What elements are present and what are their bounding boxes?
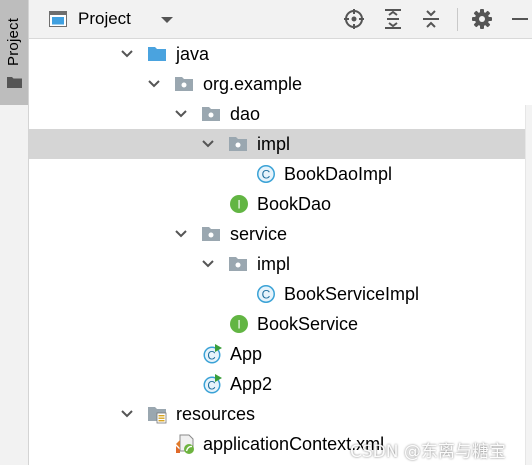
package-icon bbox=[175, 77, 193, 91]
tree-row-label: BookService bbox=[257, 314, 359, 334]
runnable-class-icon: C bbox=[203, 344, 222, 364]
tree-row-label: BookDao bbox=[257, 194, 332, 214]
folder-icon bbox=[7, 77, 22, 88]
svg-text:C: C bbox=[262, 288, 271, 302]
toolbar-separator bbox=[457, 8, 458, 31]
tree-row-app2[interactable]: C App2 bbox=[29, 369, 532, 399]
tree-row-bookdaoimpl[interactable]: C BookDaoImpl bbox=[29, 159, 532, 189]
project-tree: java org.example dao impl C BookDaoImpl … bbox=[29, 39, 532, 465]
resources-folder-icon bbox=[148, 407, 167, 424]
tree-row-label: BookDaoImpl bbox=[284, 164, 393, 184]
chevron-down-icon[interactable] bbox=[174, 108, 188, 120]
tree-row-label: impl bbox=[257, 134, 291, 154]
package-icon bbox=[229, 257, 247, 271]
tree-row-org-example[interactable]: org.example bbox=[29, 69, 532, 99]
runnable-class-icon: C bbox=[203, 374, 222, 394]
tool-strip: Project bbox=[0, 0, 29, 465]
chevron-down-icon[interactable] bbox=[201, 258, 215, 270]
source-folder-icon bbox=[148, 47, 166, 61]
tree-row-label: impl bbox=[257, 254, 291, 274]
tree-row-bookdao[interactable]: I BookDao bbox=[29, 189, 532, 219]
chevron-down-icon[interactable] bbox=[159, 12, 175, 28]
package-icon bbox=[229, 137, 247, 151]
class-icon: C bbox=[257, 285, 275, 303]
tree-row-label: org.example bbox=[203, 74, 303, 94]
interface-icon: I bbox=[230, 195, 248, 213]
class-icon: C bbox=[257, 165, 275, 183]
tree-row-label: BookServiceImpl bbox=[284, 284, 420, 304]
collapse-all-icon[interactable] bbox=[420, 8, 442, 30]
tree-row-service[interactable]: service bbox=[29, 219, 532, 249]
tree-row-label: dao bbox=[230, 104, 261, 124]
spring-xml-file-icon bbox=[176, 434, 194, 454]
tree-row-app[interactable]: C App bbox=[29, 339, 532, 369]
chevron-down-icon[interactable] bbox=[201, 138, 215, 150]
minimize-icon[interactable] bbox=[509, 8, 531, 30]
watermark-text: CSDN @东离与糖宝 bbox=[350, 442, 506, 462]
chevron-down-icon[interactable] bbox=[120, 48, 134, 60]
chevron-down-icon[interactable] bbox=[120, 408, 134, 420]
locate-icon[interactable] bbox=[343, 8, 365, 30]
svg-text:C: C bbox=[207, 381, 215, 393]
interface-icon: I bbox=[230, 315, 248, 333]
svg-text:C: C bbox=[262, 168, 271, 182]
project-window-icon bbox=[49, 11, 67, 27]
tree-row-label: App2 bbox=[230, 374, 273, 394]
package-icon bbox=[202, 227, 220, 241]
project-tool-window: Project Project java org.example dao imp… bbox=[0, 0, 532, 465]
expand-all-icon[interactable] bbox=[382, 8, 404, 30]
svg-text:C: C bbox=[207, 351, 215, 363]
vertical-scrollbar[interactable] bbox=[525, 105, 532, 465]
package-icon bbox=[202, 107, 220, 121]
svg-text:I: I bbox=[237, 318, 240, 332]
tool-window-title: Project bbox=[78, 9, 131, 28]
chevron-down-icon[interactable] bbox=[174, 228, 188, 240]
project-strip-tab[interactable]: Project bbox=[0, 0, 28, 105]
project-strip-tab-label: Project bbox=[5, 17, 22, 66]
tree-row-bookservice[interactable]: I BookService bbox=[29, 309, 532, 339]
tree-row-label: resources bbox=[176, 404, 256, 424]
tree-row-resources[interactable]: resources bbox=[29, 399, 532, 429]
svg-text:I: I bbox=[237, 198, 240, 212]
tree-row-label: App bbox=[230, 344, 263, 364]
tree-row-bookserviceimpl[interactable]: C BookServiceImpl bbox=[29, 279, 532, 309]
tree-row-service-impl[interactable]: impl bbox=[29, 249, 532, 279]
tree-row-dao[interactable]: dao bbox=[29, 99, 532, 129]
tree-row-label: service bbox=[230, 224, 288, 244]
tree-row-dao-impl[interactable]: impl bbox=[29, 129, 532, 159]
tree-row-java[interactable]: java bbox=[29, 39, 532, 69]
gear-icon[interactable] bbox=[471, 8, 493, 30]
tool-window-header: Project bbox=[29, 0, 532, 39]
tree-row-label: java bbox=[176, 44, 210, 64]
chevron-down-icon[interactable] bbox=[147, 78, 161, 90]
